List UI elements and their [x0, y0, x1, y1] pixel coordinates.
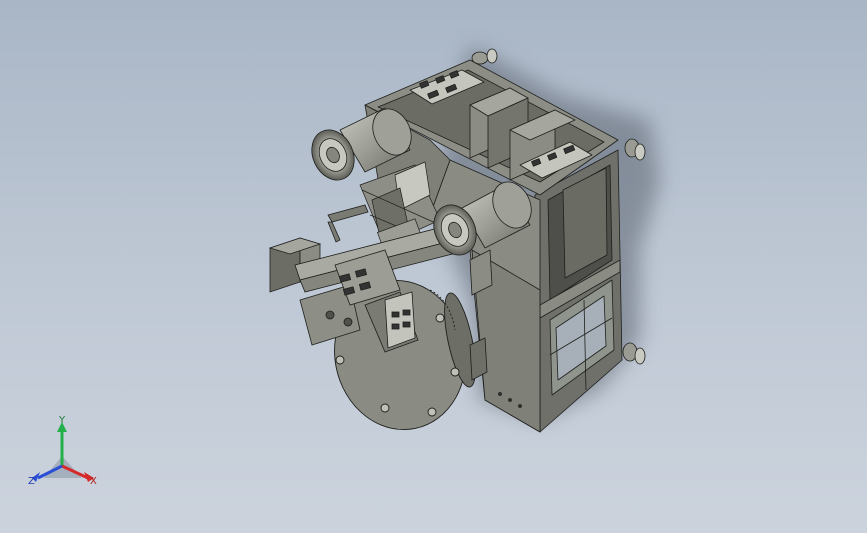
- axis-triad: Y X Z: [22, 416, 112, 496]
- triad-svg: [32, 422, 94, 482]
- z-axis-label: Z: [28, 476, 35, 487]
- cad-viewport[interactable]: Y X Z: [0, 0, 867, 533]
- y-axis-label: Y: [59, 415, 66, 426]
- caster-wheel-right-bottom: [622, 342, 646, 365]
- x-axis-label: X: [90, 476, 97, 487]
- cad-model-render[interactable]: [0, 0, 867, 533]
